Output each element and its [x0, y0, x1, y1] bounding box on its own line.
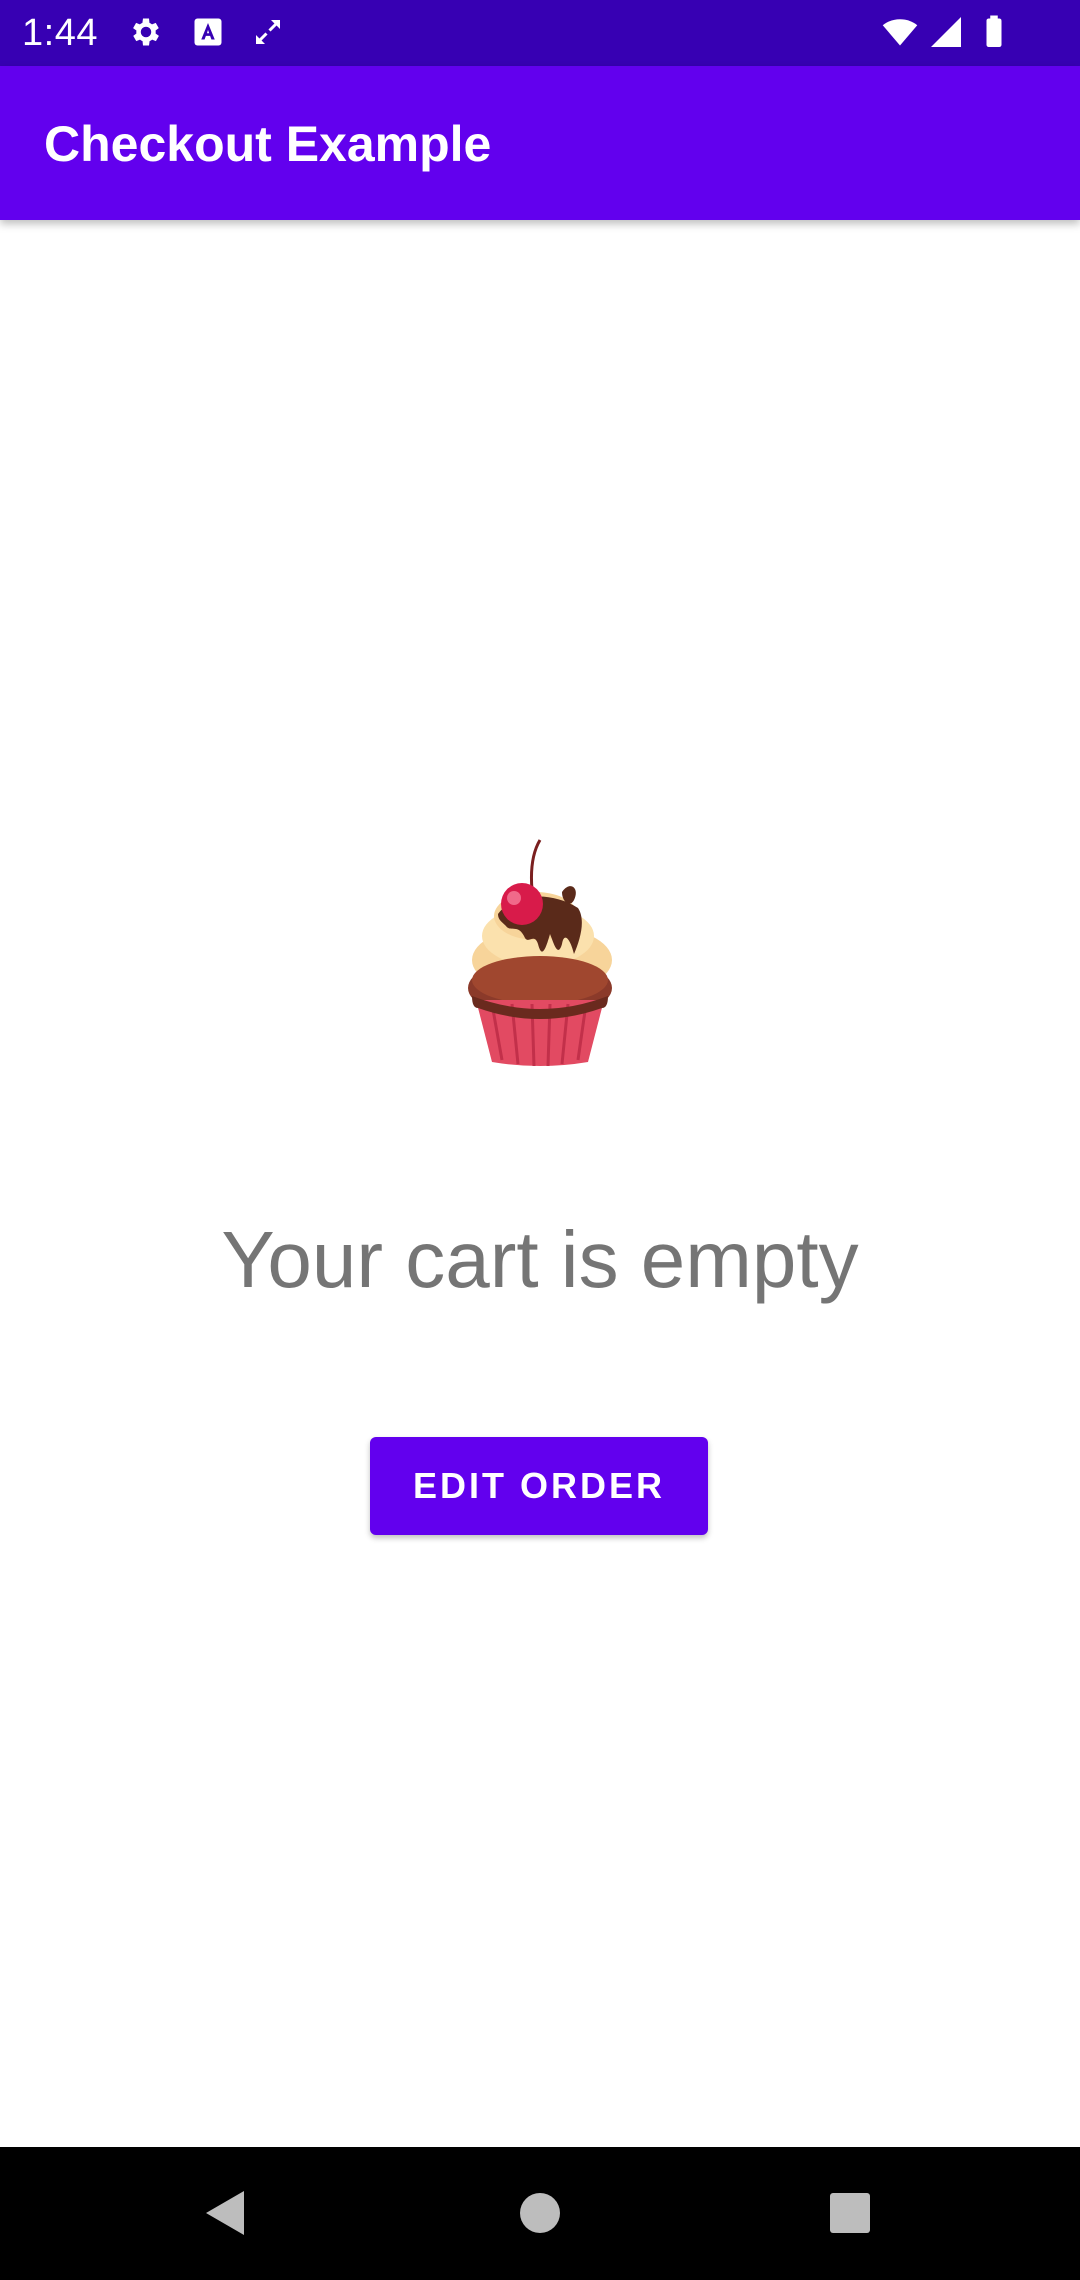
back-icon[interactable] [196, 2183, 256, 2243]
app-bar: Checkout Example [0, 66, 1080, 220]
text-a-icon [190, 14, 226, 50]
gear-icon [128, 14, 164, 50]
edit-order-button[interactable]: EDIT ORDER [370, 1437, 708, 1535]
wifi-icon [878, 14, 922, 50]
battery-icon [982, 14, 1006, 50]
screen: 1:44 Checkout Example Your cart is empty… [0, 0, 1080, 2280]
recents-icon[interactable] [820, 2183, 880, 2243]
home-icon[interactable] [510, 2183, 570, 2243]
status-time: 1:44 [22, 12, 98, 54]
app-title: Checkout Example [44, 116, 492, 172]
empty-cart-message: Your cart is empty [221, 1215, 859, 1304]
navigation-bar [0, 2147, 1080, 2280]
cupcake-icon [462, 836, 618, 1068]
sync-arrows-icon [250, 14, 286, 50]
status-bar: 1:44 [0, 0, 1080, 66]
signal-icon [928, 14, 964, 50]
